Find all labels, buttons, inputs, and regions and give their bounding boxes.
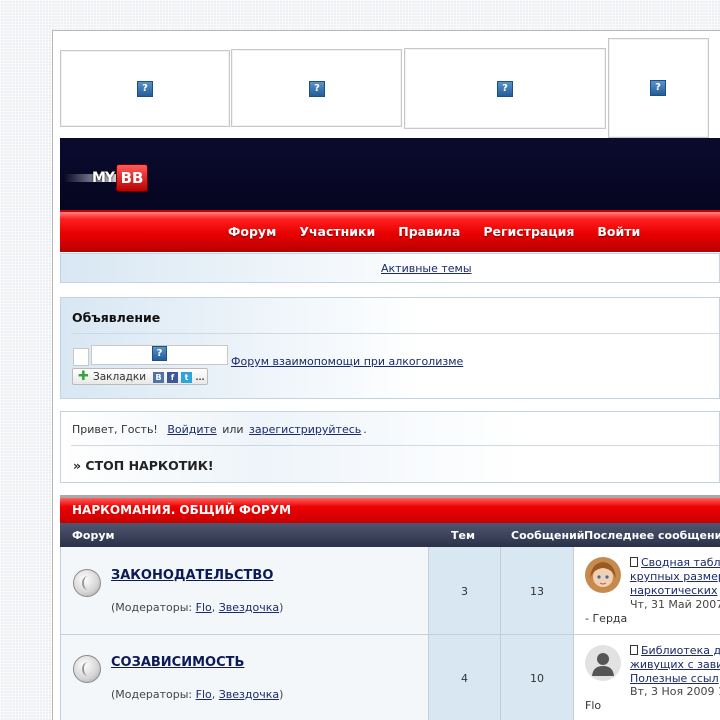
logo-my-text: MY — [92, 170, 115, 186]
forum-row: СОЗАВИСИМОСТЬ (Модераторы: Flo, Звездочк… — [60, 635, 720, 720]
more-icon[interactable]: ... — [194, 372, 206, 383]
forum-moderators: (Модераторы: Flo, Звездочка) — [111, 601, 284, 614]
last-post-line: Библиотека д — [641, 644, 720, 657]
register-link[interactable]: зарегистрируйтесь — [249, 423, 361, 436]
bookmarks-button[interactable]: ✚ Закладки В f t ... — [72, 368, 208, 385]
moderator-link[interactable]: Flo — [196, 601, 212, 614]
announcement-banner-placeholder[interactable]: ? — [91, 345, 228, 365]
guest-greeting-panel: Привет, Гость! Войдите или зарегистрируй… — [60, 411, 720, 483]
topics-count: 4 — [461, 672, 468, 685]
divider — [71, 333, 719, 334]
topics-count-cell: 3 — [428, 547, 500, 634]
moderators-prefix: (Модераторы: — [111, 601, 193, 614]
column-topics: Тем — [451, 529, 475, 542]
default-user-avatar[interactable] — [585, 645, 621, 681]
broken-image-icon: ? — [497, 81, 513, 97]
active-topics-link[interactable]: Активные темы — [381, 262, 472, 275]
column-posts: Сообщений — [511, 529, 585, 542]
period-text: . — [363, 423, 367, 436]
column-forum: Форум — [72, 529, 115, 542]
last-post-author: - Герда — [585, 612, 628, 625]
twitter-icon[interactable]: t — [181, 372, 192, 383]
facebook-icon[interactable]: f — [167, 372, 178, 383]
last-post-link[interactable]: Библиотека д живущих с зави Полезные ссы… — [630, 644, 720, 686]
last-post-line: Сводная табл — [641, 556, 720, 569]
broken-image-icon: ? — [152, 346, 167, 361]
main-navigation: Форум Участники Правила Регистрация Войт… — [60, 210, 720, 252]
broken-image-icon: ? — [137, 81, 153, 97]
ad-banner-4[interactable]: ? — [608, 38, 709, 138]
section-title: » СТОП НАРКОТИК! — [73, 458, 214, 473]
announcement-panel: Объявление ? Форум взаимопомощи при алко… — [60, 297, 720, 399]
forum-title-link[interactable]: ЗАКОНОДАТЕЛЬСТВО — [111, 568, 273, 583]
ad-banner-2[interactable]: ? — [231, 49, 402, 127]
forum-cell: ЗАКОНОДАТЕЛЬСТВО (Модераторы: Flo, Звезд… — [60, 547, 428, 634]
last-post-line: живущих с зави — [630, 658, 720, 671]
last-post-cell: Сводная табл крупных размер наркотически… — [573, 547, 720, 634]
nav-login[interactable]: Войти — [597, 224, 640, 239]
header-banner — [60, 138, 720, 210]
topics-count: 3 — [461, 585, 468, 598]
divider — [71, 445, 719, 446]
announcement-title: Объявление — [72, 310, 161, 325]
broken-image-icon: ? — [650, 80, 666, 96]
last-post-date: Вт, 3 Ноя 2009 1 — [630, 685, 720, 698]
nav-forum[interactable]: Форум — [228, 224, 276, 239]
moderators-suffix: ) — [279, 688, 284, 701]
forum-moderators: (Модераторы: Flo, Звездочка) — [111, 688, 284, 701]
posts-count-cell: 13 — [500, 547, 573, 634]
last-post-cell: Библиотека д живущих с зави Полезные ссы… — [573, 635, 720, 720]
posts-count: 10 — [530, 672, 544, 685]
active-topics-bar: Активные темы — [60, 253, 720, 283]
ad-banner-1[interactable]: ? — [60, 50, 230, 127]
last-post-date: Чт, 31 Май 2007 — [630, 598, 720, 611]
forum-table-header: Форум Тем Сообщений Последнее сообщение — [60, 523, 720, 547]
moderator-link[interactable]: Звездочка — [219, 688, 279, 701]
or-text: или — [222, 423, 244, 436]
girl-avatar[interactable] — [585, 557, 621, 593]
forum-status-icon — [73, 655, 101, 683]
alcoholism-forum-link[interactable]: Форум взаимопомощи при алкоголизме — [231, 355, 463, 368]
forum-row: ЗАКОНОДАТЕЛЬСТВО (Модераторы: Flo, Звезд… — [60, 547, 720, 635]
plus-icon: ✚ — [78, 369, 89, 384]
category-header: НАРКОМАНИЯ. ОБЩИЙ ФОРУМ — [60, 495, 720, 523]
forum-status-icon — [73, 569, 101, 597]
last-post-line: крупных размер — [630, 570, 720, 583]
forum-title-link[interactable]: СОЗАВИСИМОСТЬ — [111, 655, 244, 670]
last-post-author: Flo — [585, 699, 602, 712]
last-post-line: наркотических — [630, 584, 718, 597]
column-last-post: Последнее сообщение — [584, 529, 720, 542]
mybb-logo[interactable]: MY BB — [64, 160, 154, 196]
nav-members[interactable]: Участники — [299, 224, 375, 239]
announcement-image-placeholder — [73, 348, 89, 366]
category-title: НАРКОМАНИЯ. ОБЩИЙ ФОРУМ — [72, 503, 292, 517]
document-icon — [630, 557, 638, 567]
moderator-link[interactable]: Flo — [196, 688, 212, 701]
last-post-link[interactable]: Сводная табл крупных размер наркотически… — [630, 556, 720, 598]
posts-count-cell: 10 — [500, 635, 573, 720]
logo-bb-text: BB — [116, 164, 148, 192]
forum-cell: СОЗАВИСИМОСТЬ (Модераторы: Flo, Звездочк… — [60, 635, 428, 720]
nav-register[interactable]: Регистрация — [483, 224, 574, 239]
login-link[interactable]: Войдите — [167, 423, 216, 436]
document-icon — [630, 645, 638, 655]
ad-banner-3[interactable]: ? — [404, 48, 606, 129]
moderator-link[interactable]: Звездочка — [219, 601, 279, 614]
greeting-line: Привет, Гость! Войдите или зарегистрируй… — [72, 423, 367, 436]
nav-rules[interactable]: Правила — [398, 224, 460, 239]
broken-image-icon: ? — [309, 81, 325, 97]
moderators-prefix: (Модераторы: — [111, 688, 193, 701]
bookmarks-label: Закладки — [93, 371, 147, 383]
last-post-line: Полезные ссыл — [630, 672, 719, 685]
greeting-text: Привет, Гость! — [72, 423, 158, 436]
vk-icon[interactable]: В — [153, 372, 164, 383]
posts-count: 13 — [530, 585, 544, 598]
topics-count-cell: 4 — [428, 635, 500, 720]
moderators-suffix: ) — [279, 601, 284, 614]
